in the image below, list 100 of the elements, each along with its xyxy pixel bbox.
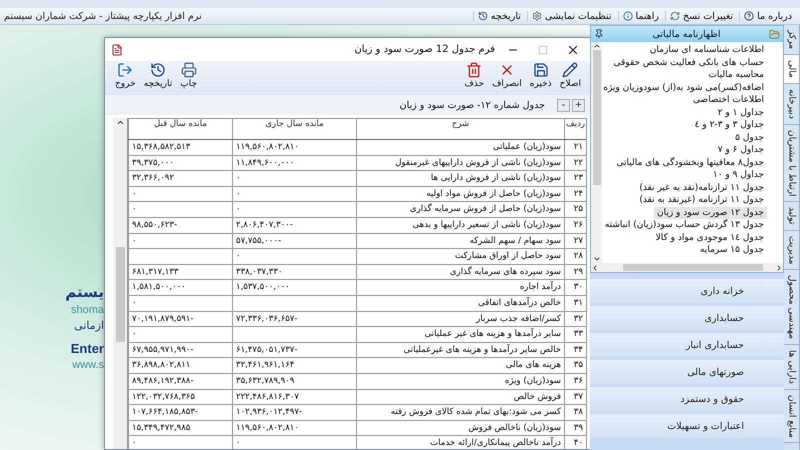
tree-item[interactable]: جداول ۹ و ۱۰ <box>710 169 767 182</box>
side-tab[interactable]: دبیرخانه <box>784 84 799 125</box>
module-button[interactable]: خزانه داری <box>590 279 784 303</box>
table-cell: ۳۶,۸۹۸,۸۰۲,۸۱۱ <box>128 358 232 374</box>
table-cell: -۲,۸۰۶,۴۰۷,۳۰۰ <box>232 218 356 234</box>
row-number-cell: ۳۸ <box>564 405 586 421</box>
tree-item[interactable]: اطلاعات اختصاصی <box>690 94 767 106</box>
side-tab[interactable]: مدیریت <box>784 230 799 270</box>
tree-item[interactable]: جداول ۳ و ۳-۲ و ٤ <box>692 119 767 132</box>
tree-item[interactable]: حساب های بانکی فعالیت شخص حقوقی <box>610 56 767 69</box>
module-button[interactable]: حسابداری انبار <box>590 333 784 357</box>
tree-item[interactable]: اطلاعات شناسنامه ای سازمان <box>646 44 767 56</box>
tree-item[interactable]: جدول ۱۳ گردش حساب سود(زیان) انباشته <box>602 219 767 232</box>
tree-item[interactable]: جدول ۱۵ سرمایه <box>697 244 767 256</box>
table-cell: سود(زیان) حاصل از فروش مواد اولیه <box>356 186 564 202</box>
menu-item[interactable]: درباره ما <box>739 10 796 22</box>
table-cell: ۳۲,۳۶۶,۰۹۲ <box>128 171 232 187</box>
toolbar-button[interactable]: انصراف <box>490 61 524 95</box>
panel-title: اظهارنامه مالیاتی <box>651 28 722 40</box>
side-tab[interactable]: دارایی ها <box>784 344 799 390</box>
table-cell: سود حاصل از اوراق مشارکت <box>356 249 564 265</box>
tree-item[interactable]: جدول۸ معافیتها وبخشودگی های مالیاتی <box>614 156 767 169</box>
logo-text: ازمانی <box>74 319 104 332</box>
menu-item[interactable]: تنظیمات نمایشی <box>526 10 616 22</box>
scroll-thumb[interactable] <box>623 264 763 271</box>
table-cell: سایر درآمدها و هزینه های غیر عملیاتی <box>356 327 564 343</box>
table-cell: -۸۹,۴۸۶,۱۹۲,۳۸۸ <box>128 374 232 390</box>
scroll-up-icon[interactable] <box>592 42 600 50</box>
menu-item[interactable]: راهنما <box>618 10 663 22</box>
pin-icon[interactable] <box>594 29 604 39</box>
tree-item[interactable]: جدول ۵ <box>732 132 767 144</box>
scroll-up-icon[interactable] <box>116 118 124 127</box>
table-cell: ۳۳۸,۰۳۷,۳۳۰ <box>232 264 356 280</box>
table-cell: ۰ <box>232 171 356 187</box>
logo-text: shoma <box>70 304 104 316</box>
module-button[interactable]: حقوق و دستمزد <box>590 387 784 411</box>
table-cell: خالص سایر درآمدها و هزینه های غیرعملیاتی <box>356 342 564 358</box>
toolbar-button[interactable]: خروج <box>113 61 138 95</box>
table-cell: سود سپرده های سرمایه گذاری <box>356 264 564 280</box>
toolbar-button[interactable]: چاپ <box>178 61 200 95</box>
table-cell: درآمد ناخالص پیمانکاری/ارائه خدمات <box>356 436 564 449</box>
table-cell: -۱۰۷,۶۶۴,۱۸۵,۸۵۳ <box>128 405 232 421</box>
row-number-cell: ۲۵ <box>564 202 586 218</box>
toolbar-button[interactable]: تاریخچه <box>142 61 174 95</box>
toolbar-button[interactable]: اصلاح <box>558 61 583 95</box>
tree-item[interactable]: جدول ۱۱ ترازنامه(نقد به غیر نقد) <box>636 182 767 194</box>
toolbar-button[interactable]: حذف <box>462 61 486 95</box>
scrollbar[interactable] <box>113 118 127 449</box>
tree-item[interactable]: جدول ۱٤ موجودی مواد و کالا <box>652 232 767 244</box>
scroll-left-icon[interactable] <box>591 264 599 272</box>
expand-button[interactable]: + <box>572 98 585 112</box>
tree-item[interactable]: جداول ۶ و ۷ <box>714 144 767 156</box>
side-tab[interactable]: مالی <box>784 55 799 84</box>
toolbar-button[interactable]: ذخیره <box>528 61 554 95</box>
side-tab[interactable]: ارتباط با مشتریان <box>784 124 799 202</box>
tree-item[interactable]: محاسبه مالیات <box>705 69 767 82</box>
menu-item[interactable]: تاریخچه <box>472 10 525 22</box>
row-number-cell: ۳۳ <box>564 327 586 343</box>
row-number-cell: ۳۹ <box>564 420 586 436</box>
table-cell: سود(زیان) عملیاتی <box>356 140 564 156</box>
table-cell: ۰ <box>128 436 232 449</box>
side-tab[interactable]: تولید <box>784 202 799 231</box>
module-button[interactable]: حسابداری <box>590 306 784 330</box>
table-cell: -۷۰,۱۹۱,۸۷۹,۵۹۱ <box>128 312 232 328</box>
module-button[interactable]: اعتبارات و تسهیلات <box>590 414 784 438</box>
side-tab[interactable]: مهندسی محصول <box>784 270 799 345</box>
collapse-button[interactable]: - <box>557 98 570 112</box>
table-cell: ۳۲,۴۶۱,۹۶۱,۱۶۴ <box>232 358 356 374</box>
table-cell: ۱۵,۳۴۹,۴۷۲,۹۸۵ <box>128 420 232 436</box>
side-tab[interactable]: منابع انسان <box>784 390 799 444</box>
printer-icon <box>180 62 197 78</box>
table-cell: ۱۱,۸۴۹,۶۰۰,۰۰۰ <box>232 156 356 172</box>
table-cell: ۰ <box>232 436 356 449</box>
scrollbar[interactable] <box>591 42 602 263</box>
tree-item[interactable]: اضافه(کسر)می شود به(از) سودوزیان ویژه <box>602 82 767 94</box>
row-number-cell: ۲۶ <box>564 218 586 234</box>
form-icon <box>111 44 123 56</box>
module-button[interactable]: صورتهای مالی <box>590 360 784 384</box>
row-number-cell: ۳۴ <box>564 342 586 358</box>
scroll-thumb[interactable] <box>116 247 124 342</box>
scrollbar[interactable] <box>591 263 783 272</box>
table-cell: ۰ <box>128 186 232 202</box>
table-cell: ۰ <box>232 249 356 265</box>
table-cell: ۰ <box>128 202 232 218</box>
scroll-thumb[interactable] <box>592 50 600 185</box>
scroll-right-icon[interactable] <box>775 264 783 272</box>
table-cell: -۹۸,۵۵۰,۶۲۳ <box>128 218 232 234</box>
scroll-down-icon[interactable] <box>592 255 600 263</box>
menu-item[interactable]: تغییرات نسخ <box>665 10 738 22</box>
table-cell: ۱,۵۳۷,۵۰۰,۰۰۰ <box>232 280 356 296</box>
table-cell: ۶۸۱,۳۱۷,۱۳۳ <box>128 264 232 280</box>
table-cell: ۳۵,۶۳۲,۷۸۹,۹۰۹ <box>232 374 356 390</box>
tree-item[interactable]: جدول ۱۲ صورت سود و زیان <box>654 206 767 219</box>
side-tab[interactable]: مرکز <box>784 25 799 56</box>
tree-item[interactable]: جدول ۱۱ ترازنامه (غیرنقد به نقد) <box>636 194 767 206</box>
row-number-cell: ۲۱ <box>564 140 586 156</box>
row-number-cell: ۲۷ <box>564 234 586 250</box>
tree-item[interactable]: جداول ۱ و ۲ <box>714 106 767 119</box>
table-cell: فروش خالص <box>356 390 564 406</box>
table-cell: هزینه های مالی <box>356 358 564 374</box>
